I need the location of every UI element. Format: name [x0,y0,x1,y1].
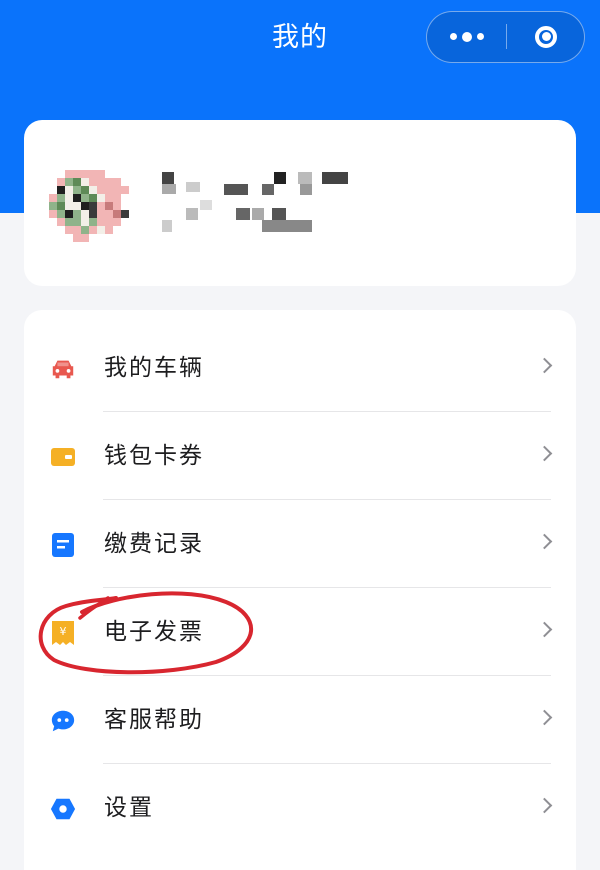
menu-item-label: 设置 [104,795,154,821]
chevron-right-icon [536,797,553,814]
menu-item-payment-records[interactable]: 缴费记录 [24,500,576,588]
menu-item-label: 电子发票 [104,619,204,645]
chevron-right-icon [536,709,553,726]
mini-program-capsule [426,11,585,63]
more-dots-icon[interactable] [427,12,506,61]
username-obscured [162,172,348,236]
menu-item-label: 客服帮助 [104,707,204,733]
menu-item-wallet[interactable]: 钱包卡券 [24,412,576,500]
chevron-right-icon [536,445,553,462]
chat-bubble-icon [50,708,76,734]
avatar[interactable] [49,170,137,242]
menu-item-e-invoice[interactable]: ¥ 电子发票 [24,588,576,676]
wallet-icon [50,444,76,470]
mini-program-close-icon[interactable] [507,12,585,61]
profile-card[interactable] [24,120,576,286]
menu-item-label: 钱包卡券 [104,443,204,469]
menu-item-customer-service[interactable]: 客服帮助 [24,676,576,764]
settings-hexagon-icon [50,796,76,822]
menu-item-label: 缴费记录 [104,531,204,557]
svg-text:¥: ¥ [60,625,67,638]
menu-item-settings[interactable]: 设置 [24,764,576,852]
menu-item-my-vehicles[interactable]: 我的车辆 [24,324,576,412]
car-icon [50,356,76,382]
chevron-right-icon [536,357,553,374]
chevron-right-icon [536,533,553,550]
menu-item-label: 我的车辆 [104,355,204,381]
chevron-right-icon [536,621,553,638]
menu-list: 我的车辆 钱包卡券 缴费记录 ¥ 电子发票 客服帮助 设置 [24,310,576,870]
invoice-yen-icon: ¥ [50,620,76,646]
document-icon [50,532,76,558]
